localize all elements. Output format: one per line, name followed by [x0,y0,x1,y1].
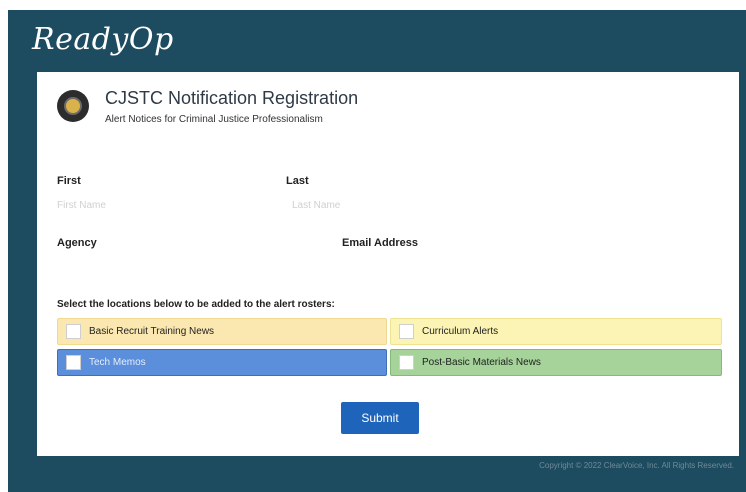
checkbox[interactable] [399,355,414,370]
last-name-input[interactable] [292,196,492,214]
email-label: Email Address [342,237,419,249]
option-label: Post-Basic Materials News [422,357,541,368]
cjstc-seal-icon [57,90,89,122]
first-name-label: First [57,175,81,187]
first-name-input[interactable] [57,196,257,214]
last-name-label: Last [286,175,309,187]
locations-prompt: Select the locations below to be added t… [57,299,335,310]
option-post-basic-materials-news[interactable]: Post-Basic Materials News [390,349,722,376]
checkbox[interactable] [66,355,81,370]
agency-input[interactable] [57,258,317,276]
option-curriculum-alerts[interactable]: Curriculum Alerts [390,318,722,345]
option-basic-recruit-training-news[interactable]: Basic Recruit Training News [57,318,387,345]
email-input[interactable] [342,258,642,276]
checkbox[interactable] [399,324,414,339]
option-label: Basic Recruit Training News [89,326,215,337]
readyop-logo: ReadyOp [32,22,174,57]
option-label: Curriculum Alerts [422,326,499,337]
copyright-text: Copyright © 2022 ClearVoice, Inc. All Ri… [539,461,734,470]
checkbox[interactable] [66,324,81,339]
option-label: Tech Memos [89,357,146,368]
submit-button[interactable]: Submit [341,402,419,434]
page-title: CJSTC Notification Registration [105,88,359,108]
option-tech-memos[interactable]: Tech Memos [57,349,387,376]
agency-label: Agency [57,237,97,249]
page-subtitle: Alert Notices for Criminal Justice Profe… [105,114,323,125]
